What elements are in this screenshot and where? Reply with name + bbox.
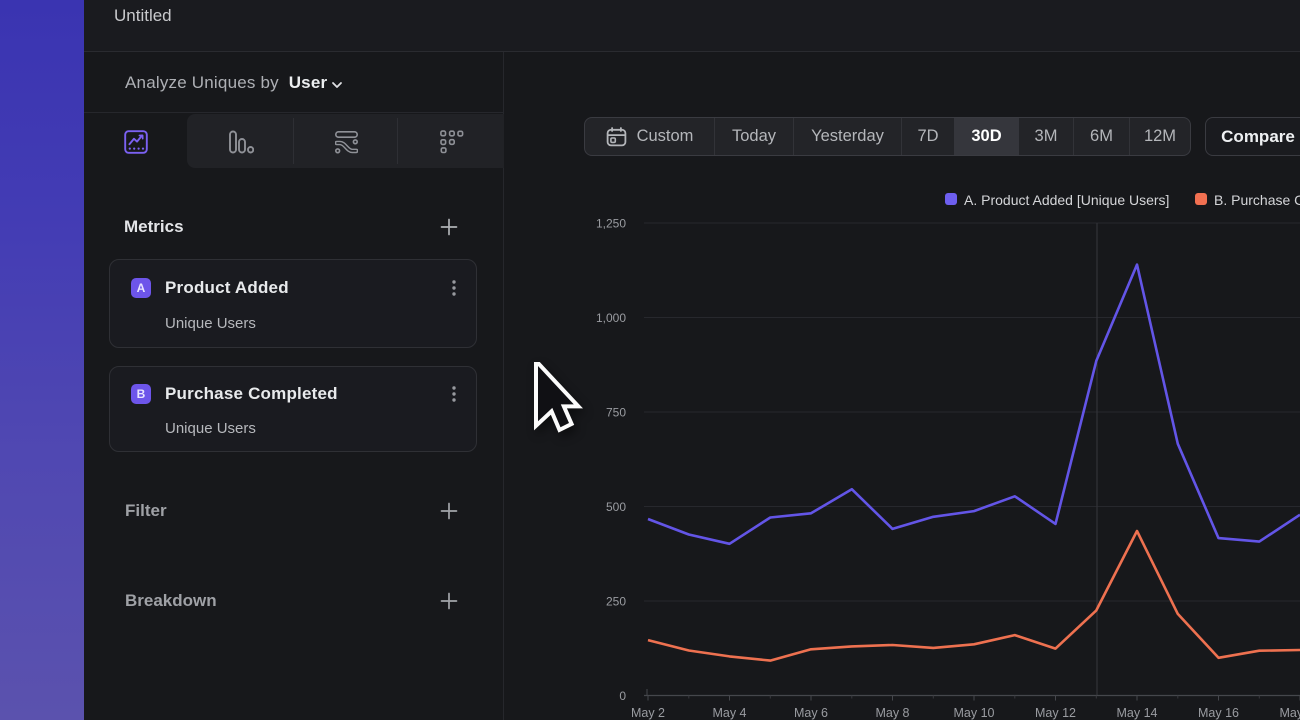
svg-text:1,000: 1,000 xyxy=(596,311,626,325)
svg-text:May 4: May 4 xyxy=(712,706,746,720)
svg-text:500: 500 xyxy=(606,500,626,514)
svg-text:0: 0 xyxy=(619,689,626,703)
svg-text:250: 250 xyxy=(606,595,626,609)
svg-text:May 16: May 16 xyxy=(1198,706,1239,720)
svg-text:May 2: May 2 xyxy=(631,706,665,720)
svg-text:750: 750 xyxy=(606,406,626,420)
svg-text:May 18: May 18 xyxy=(1280,706,1300,720)
svg-text:May 12: May 12 xyxy=(1035,706,1076,720)
svg-text:May 6: May 6 xyxy=(794,706,828,720)
svg-text:May 14: May 14 xyxy=(1117,706,1158,720)
svg-text:1,250: 1,250 xyxy=(596,217,626,231)
svg-text:May 10: May 10 xyxy=(954,706,995,720)
svg-text:May 8: May 8 xyxy=(875,706,909,720)
